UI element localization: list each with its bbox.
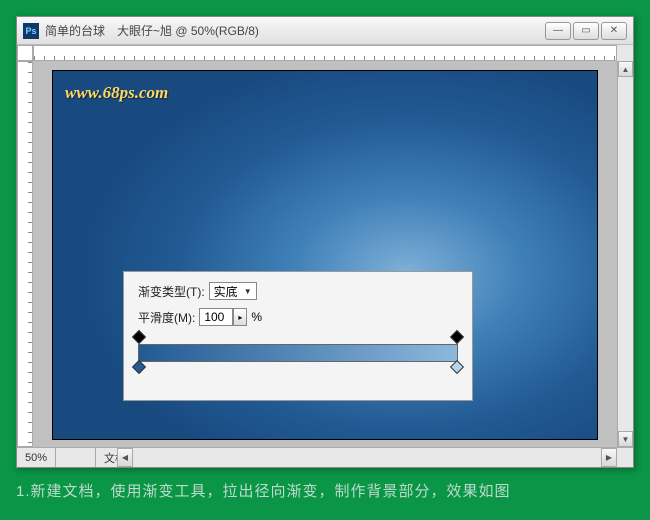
chevron-down-icon: ▼	[244, 287, 252, 296]
opacity-stop-left[interactable]	[134, 332, 144, 344]
gradient-type-row: 渐变类型(T): 实底 ▼	[138, 282, 458, 300]
scroll-down-arrow-icon[interactable]: ▼	[618, 431, 633, 447]
close-button[interactable]: ✕	[601, 22, 627, 40]
color-stop-left[interactable]	[134, 362, 144, 374]
gradient-editor-panel: 渐变类型(T): 实底 ▼ 平滑度(M): 100 ▸ %	[123, 271, 473, 401]
minimize-button[interactable]: —	[545, 22, 571, 40]
document-canvas[interactable]: www.68ps.com 渐变类型(T): 实底 ▼ 平滑度(M): 100 ▸…	[53, 71, 597, 439]
tutorial-caption: 1.新建文档，使用渐变工具，拉出径向渐变，制作背景部分，效果如图	[16, 480, 511, 501]
maximize-button[interactable]: ▭	[573, 22, 599, 40]
smoothness-label: 平滑度(M):	[138, 309, 195, 326]
scroll-up-arrow-icon[interactable]: ▲	[618, 61, 633, 77]
horizontal-ruler[interactable]	[33, 45, 617, 61]
canvas-viewport: www.68ps.com 渐变类型(T): 实底 ▼ 平滑度(M): 100 ▸…	[33, 61, 617, 447]
gradient-type-value: 实底	[214, 283, 238, 300]
gradient-preview-bar[interactable]	[138, 344, 458, 362]
smoothness-input[interactable]: 100	[199, 308, 233, 326]
ruler-origin[interactable]	[17, 45, 33, 61]
smoothness-row: 平滑度(M): 100 ▸ %	[138, 308, 458, 326]
vertical-ruler[interactable]	[17, 61, 33, 447]
window-controls: — ▭ ✕	[545, 22, 627, 40]
app-icon: Ps	[23, 23, 39, 39]
gradient-bar-container	[138, 344, 458, 362]
statusbar: 50% 文档: 2.75M/2.75M ◀ ▶	[17, 447, 633, 467]
zoom-level[interactable]: 50%	[17, 448, 56, 467]
gradient-type-label: 渐变类型(T):	[138, 283, 205, 300]
gradient-type-dropdown[interactable]: 实底 ▼	[209, 282, 257, 300]
watermark-text: www.68ps.com	[65, 83, 168, 103]
status-spacer	[56, 448, 96, 467]
scroll-right-arrow-icon[interactable]: ▶	[601, 448, 617, 467]
color-stop-right[interactable]	[452, 362, 462, 374]
vertical-scrollbar[interactable]: ▲ ▼	[617, 61, 633, 447]
app-window: Ps 简单的台球 大眼仔~旭 @ 50%(RGB/8) — ▭ ✕ www.68…	[16, 16, 634, 468]
scroll-left-arrow-icon[interactable]: ◀	[117, 448, 133, 467]
window-title: 简单的台球 大眼仔~旭 @ 50%(RGB/8)	[45, 22, 545, 39]
titlebar: Ps 简单的台球 大眼仔~旭 @ 50%(RGB/8) — ▭ ✕	[17, 17, 633, 45]
smoothness-stepper[interactable]: ▸	[233, 308, 247, 326]
horizontal-scrollbar[interactable]: ◀ ▶	[117, 447, 617, 467]
opacity-stop-right[interactable]	[452, 332, 462, 344]
smoothness-unit: %	[251, 310, 262, 324]
